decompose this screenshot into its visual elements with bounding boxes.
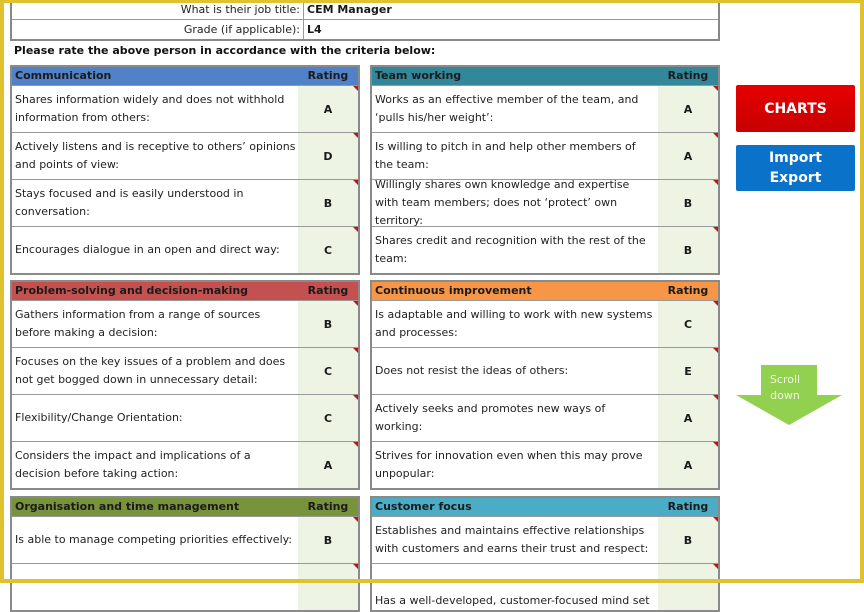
- rating-cell[interactable]: [298, 564, 358, 610]
- criteria-row: Is adaptable and willing to work with ne…: [372, 300, 718, 347]
- criteria-row: Flexibility/Change Orientation: C: [12, 394, 358, 441]
- criteria-text: Is adaptable and willing to work with ne…: [375, 308, 653, 339]
- rating-header: Rating: [307, 69, 349, 82]
- criteria-row: Actively listens and is receptive to oth…: [12, 132, 358, 179]
- section-header: Organisation and time management Rating: [12, 498, 358, 516]
- criteria-row: Works as an effective member of the team…: [372, 85, 718, 132]
- criteria-row: Is willing to pitch in and help other me…: [372, 132, 718, 179]
- rating-cell[interactable]: A: [658, 133, 718, 179]
- rating-header: Rating: [667, 500, 709, 513]
- criteria-text: Gathers information from a range of sour…: [15, 308, 261, 339]
- criteria-text: Shares credit and recognition with the r…: [375, 234, 646, 265]
- criteria-text: [12, 564, 298, 610]
- rating-cell[interactable]: C: [658, 301, 718, 347]
- criteria-row: Gathers information from a range of sour…: [12, 300, 358, 347]
- job-title-label: What is their job title:: [12, 0, 304, 19]
- rating-cell[interactable]: A: [658, 86, 718, 132]
- criteria-text: Willingly shares own knowledge and exper…: [375, 178, 630, 227]
- rating-cell[interactable]: C: [298, 227, 358, 273]
- rating-cell[interactable]: B: [658, 227, 718, 273]
- rating-cell[interactable]: B: [658, 180, 718, 226]
- criteria-text: Actively listens and is receptive to oth…: [15, 140, 296, 171]
- criteria-row: Is able to manage competing priorities e…: [12, 516, 358, 563]
- criteria-row: Does not resist the ideas of others: E: [372, 347, 718, 394]
- section-problem-solving: Problem-solving and decision-making Rati…: [10, 280, 360, 490]
- section-title: Continuous improvement: [375, 284, 532, 297]
- criteria-text: Considers the impact and implications of…: [15, 449, 251, 480]
- section-header: Continuous improvement Rating: [372, 282, 718, 300]
- rating-cell[interactable]: B: [298, 180, 358, 226]
- rating-cell[interactable]: C: [298, 395, 358, 441]
- instruction-text: Please rate the above person in accordan…: [14, 44, 436, 57]
- criteria-row: Willingly shares own knowledge and exper…: [372, 178, 718, 227]
- criteria-text: Establishes and maintains effective rela…: [375, 524, 649, 555]
- criteria-row: Focuses on the key issues of a problem a…: [12, 347, 358, 394]
- section-continuous-improvement: Continuous improvement Rating Is adaptab…: [370, 280, 720, 490]
- grade-row: Grade (if applicable): L4: [12, 20, 718, 39]
- rating-header: Rating: [667, 69, 709, 82]
- criteria-row: Strives for innovation even when this ma…: [372, 441, 718, 488]
- import-export-button[interactable]: Import Export: [736, 145, 855, 191]
- section-title: Communication: [15, 69, 112, 82]
- scroll-down-label: Scroll down: [756, 372, 814, 404]
- grade-label: Grade (if applicable):: [12, 20, 304, 39]
- section-header: Team working Rating: [372, 67, 718, 85]
- section-communication: Communication Rating Shares information …: [10, 65, 360, 275]
- job-title-field[interactable]: CEM Manager: [304, 0, 718, 19]
- criteria-row: [12, 563, 358, 610]
- criteria-row: Has a well-developed, customer-focused m…: [372, 563, 718, 610]
- criteria-text: Encourages dialogue in an open and direc…: [15, 243, 280, 256]
- grade-field[interactable]: L4: [304, 20, 718, 39]
- criteria-row: Shares credit and recognition with the r…: [372, 226, 718, 273]
- rating-cell[interactable]: B: [298, 301, 358, 347]
- charts-button[interactable]: CHARTS: [736, 85, 855, 132]
- criteria-text: Focuses on the key issues of a problem a…: [15, 355, 286, 386]
- section-header: Communication Rating: [12, 67, 358, 85]
- rating-cell[interactable]: A: [658, 395, 718, 441]
- criteria-text: Is willing to pitch in and help other me…: [375, 140, 636, 171]
- info-table: What is their job title: CEM Manager Gra…: [10, 0, 720, 41]
- scroll-down-label-line2: down: [770, 389, 800, 402]
- rating-cell[interactable]: A: [298, 86, 358, 132]
- criteria-row: Considers the impact and implications of…: [12, 441, 358, 488]
- rating-header: Rating: [307, 500, 349, 513]
- section-title: Problem-solving and decision-making: [15, 284, 249, 297]
- criteria-row: Establishes and maintains effective rela…: [372, 516, 718, 563]
- criteria-row: Actively seeks and promotes new ways of …: [372, 394, 718, 441]
- criteria-text: Has a well-developed, customer-focused m…: [375, 594, 650, 607]
- rating-cell[interactable]: B: [298, 517, 358, 563]
- criteria-text: Works as an effective member of the team…: [375, 93, 639, 124]
- criteria-text: Stays focused and is easily understood i…: [15, 187, 244, 218]
- section-header: Problem-solving and decision-making Rati…: [12, 282, 358, 300]
- section-title: Customer focus: [375, 500, 472, 513]
- section-customer-focus: Customer focus Rating Establishes and ma…: [370, 496, 720, 612]
- rating-cell[interactable]: D: [298, 133, 358, 179]
- rating-cell[interactable]: [658, 564, 718, 610]
- section-title: Organisation and time management: [15, 500, 240, 513]
- criteria-row: Shares information widely and does not w…: [12, 85, 358, 132]
- section-organisation: Organisation and time management Rating …: [10, 496, 360, 612]
- criteria-text: Actively seeks and promotes new ways of …: [375, 402, 606, 433]
- import-export-label-line1: Import: [768, 150, 823, 166]
- rating-header: Rating: [667, 284, 709, 297]
- import-export-label-line2: Export: [769, 170, 822, 186]
- job-title-row: What is their job title: CEM Manager: [12, 0, 718, 20]
- criteria-text: Is able to manage competing priorities e…: [15, 533, 293, 546]
- criteria-row: Encourages dialogue in an open and direc…: [12, 226, 358, 273]
- rating-cell[interactable]: A: [658, 442, 718, 488]
- rating-cell[interactable]: C: [298, 348, 358, 394]
- criteria-text: Shares information widely and does not w…: [15, 93, 285, 124]
- criteria-text: Does not resist the ideas of others:: [375, 364, 569, 377]
- criteria-text: Flexibility/Change Orientation:: [15, 411, 183, 424]
- rating-cell[interactable]: E: [658, 348, 718, 394]
- scroll-down-label-line1: Scroll: [769, 373, 801, 386]
- rating-cell[interactable]: A: [298, 442, 358, 488]
- section-header: Customer focus Rating: [372, 498, 718, 516]
- criteria-text: Strives for innovation even when this ma…: [375, 449, 643, 480]
- section-team-working: Team working Rating Works as an effectiv…: [370, 65, 720, 275]
- criteria-row: Stays focused and is easily understood i…: [12, 179, 358, 226]
- rating-cell[interactable]: B: [658, 517, 718, 563]
- section-title: Team working: [375, 69, 462, 82]
- rating-header: Rating: [307, 284, 349, 297]
